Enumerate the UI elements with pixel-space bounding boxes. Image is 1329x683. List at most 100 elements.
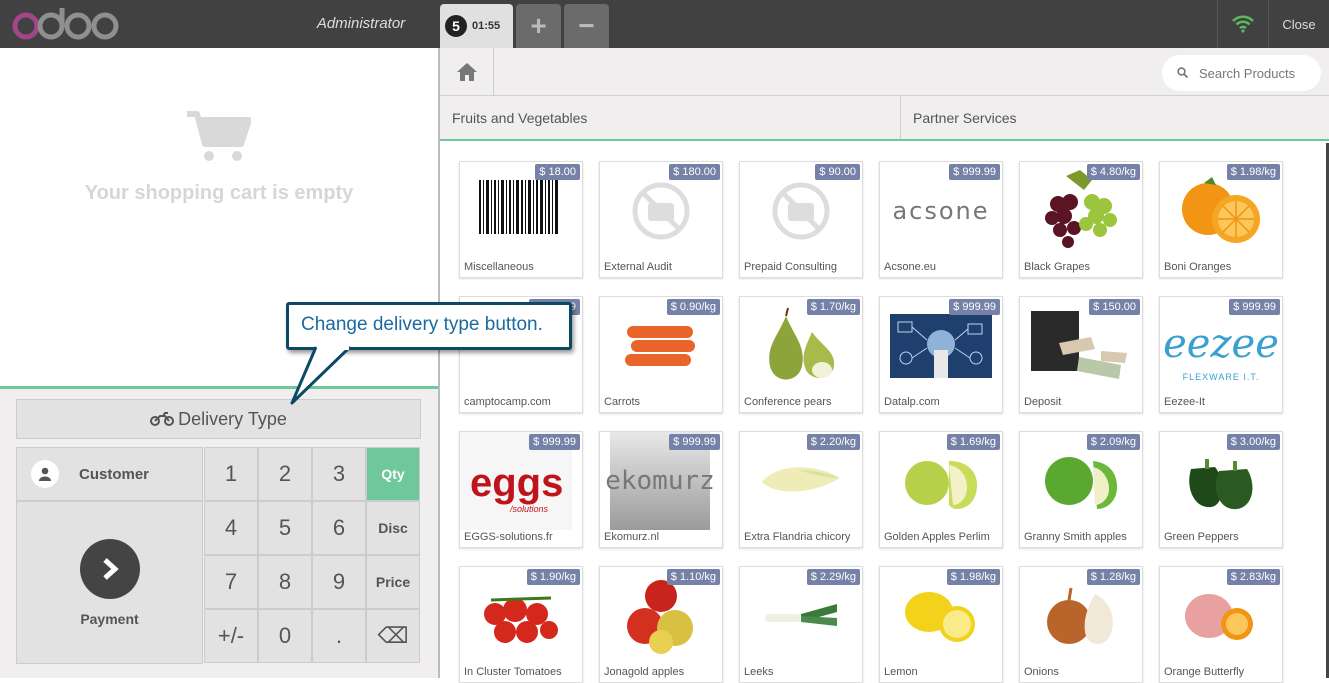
order-time: 01:55 bbox=[472, 20, 501, 32]
numpad-key-8[interactable]: 8 bbox=[258, 555, 312, 609]
price-badge: $ 0.90/kg bbox=[666, 299, 720, 315]
product-card[interactable]: $ 150.00 Deposit bbox=[1019, 296, 1143, 413]
search-icon bbox=[1177, 66, 1189, 81]
numpad-key-2[interactable]: 2 bbox=[258, 447, 312, 501]
order-tab[interactable]: 5 01:55 bbox=[440, 4, 513, 48]
price-badge: $ 1.10/kg bbox=[666, 569, 720, 585]
product-card[interactable]: $ 1.90/kg In Cluster Tomatoes bbox=[459, 566, 583, 683]
product-name: Extra Flandria chicory bbox=[744, 531, 851, 543]
product-card[interactable]: $ 0.90/kg Carrots bbox=[599, 296, 723, 413]
price-badge: $ 2.09/kg bbox=[1086, 434, 1140, 450]
product-card[interactable]: $ 2.83/kg Orange Butterfly bbox=[1159, 566, 1283, 683]
price-badge: $ 18.00 bbox=[535, 164, 580, 180]
product-card[interactable]: $ 999.99 eezee FLEXWARE I.T. Eezee-It bbox=[1159, 296, 1283, 413]
product-name: Prepaid Consulting bbox=[744, 261, 837, 273]
price-badge: $ 999.99 bbox=[669, 434, 720, 450]
price-badge: $ 2.29/kg bbox=[806, 569, 860, 585]
product-card[interactable]: $ 18.00 Miscellaneous bbox=[459, 161, 583, 278]
decimal-button[interactable]: . bbox=[312, 609, 366, 663]
product-card[interactable]: $ 180.00 External Audit bbox=[599, 161, 723, 278]
product-card[interactable]: $ 4.80/kg Black Grapes bbox=[1019, 161, 1143, 278]
empty-cart-message: Your shopping cart is empty bbox=[84, 182, 354, 204]
product-card[interactable]: $ 2.09/kg Granny Smith apples bbox=[1019, 431, 1143, 548]
topbar: Administrator 5 01:55 + − Close bbox=[0, 0, 1329, 48]
disc-mode-button[interactable]: Disc bbox=[366, 501, 420, 555]
product-screen: Search Products Fruits and Vegetables Pa… bbox=[438, 48, 1329, 683]
close-button[interactable]: Close bbox=[1268, 0, 1329, 48]
product-card[interactable]: $ 999.99 ekomurz Ekomurz.nl bbox=[599, 431, 723, 548]
product-name: Ekomurz.nl bbox=[604, 531, 660, 543]
backspace-icon[interactable]: ⌫ bbox=[366, 609, 420, 663]
price-badge: $ 4.80/kg bbox=[1086, 164, 1140, 180]
product-name: Lemon bbox=[884, 666, 918, 678]
customer-button[interactable]: Customer bbox=[16, 447, 203, 501]
numpad-key-7[interactable]: 7 bbox=[204, 555, 258, 609]
product-name: camptocamp.com bbox=[464, 396, 551, 408]
motorcycle-icon bbox=[150, 412, 175, 426]
product-card[interactable]: $ 1.28/kg Onions bbox=[1019, 566, 1143, 683]
product-card[interactable]: $ 999.99 eggs /solutions EGGS-solutions.… bbox=[459, 431, 583, 548]
category-fruits-vegetables[interactable]: Fruits and Vegetables bbox=[440, 96, 901, 139]
numpad-key-9[interactable]: 9 bbox=[312, 555, 366, 609]
product-name: Boni Oranges bbox=[1164, 261, 1232, 273]
product-name: Conference pears bbox=[744, 396, 832, 408]
price-badge: $ 999.99 bbox=[949, 164, 1000, 180]
home-icon bbox=[456, 63, 477, 81]
chevron-right-icon bbox=[79, 538, 140, 599]
qty-mode-button[interactable]: Qty bbox=[366, 447, 420, 501]
product-name: EGGS-solutions.fr bbox=[464, 531, 553, 543]
price-badge: $ 180.00 bbox=[669, 164, 720, 180]
callout-pointer bbox=[290, 345, 352, 405]
order-panel: Your shopping cart is empty Delivery Typ… bbox=[0, 48, 438, 678]
search-input[interactable]: Search Products bbox=[1162, 55, 1321, 91]
price-badge: $ 1.98/kg bbox=[1226, 164, 1280, 180]
price-badge: $ 1.90/kg bbox=[526, 569, 580, 585]
price-badge: $ 3.00/kg bbox=[1226, 434, 1280, 450]
numpad-key-5[interactable]: 5 bbox=[258, 501, 312, 555]
customer-label: Customer bbox=[79, 465, 150, 483]
numpad-key-0[interactable]: 0 bbox=[258, 609, 312, 663]
numpad-key-4[interactable]: 4 bbox=[204, 501, 258, 555]
product-card[interactable]: $ 1.98/kg Boni Oranges bbox=[1159, 161, 1283, 278]
product-card[interactable]: $ 1.98/kg Lemon bbox=[879, 566, 1003, 683]
delete-order-button[interactable]: − bbox=[564, 4, 609, 48]
product-name: Eezee-It bbox=[1164, 396, 1205, 408]
product-name: Carrots bbox=[604, 396, 641, 408]
price-badge: $ 999.99 bbox=[529, 434, 580, 450]
product-card[interactable]: $ 1.10/kg Jonagold apples bbox=[599, 566, 723, 683]
search-placeholder: Search Products bbox=[1199, 65, 1296, 81]
order-number: 5 bbox=[445, 15, 467, 37]
home-category-button[interactable] bbox=[440, 48, 494, 96]
category-partner-services[interactable]: Partner Services bbox=[901, 96, 1329, 139]
username: Administrator bbox=[316, 15, 406, 32]
product-toolbar: Search Products bbox=[440, 48, 1329, 96]
price-badge: $ 1.28/kg bbox=[1086, 569, 1140, 585]
product-card[interactable]: $ 1.69/kg Golden Apples Perlim bbox=[879, 431, 1003, 548]
price-badge: $ 2.20/kg bbox=[806, 434, 860, 450]
new-order-button[interactable]: + bbox=[516, 4, 561, 48]
product-card[interactable]: $ 2.20/kg Extra Flandria chicory bbox=[739, 431, 863, 548]
product-name: Golden Apples Perlim bbox=[884, 531, 990, 543]
wifi-icon[interactable] bbox=[1217, 0, 1267, 48]
numpad-key-6[interactable]: 6 bbox=[312, 501, 366, 555]
product-name: In Cluster Tomatoes bbox=[464, 666, 562, 678]
category-bar: Fruits and Vegetables Partner Services bbox=[440, 96, 1329, 141]
product-card[interactable]: $ 999.99 acsone Acsone.eu bbox=[879, 161, 1003, 278]
payment-button[interactable]: Payment bbox=[16, 501, 203, 664]
product-card[interactable]: $ 2.29/kg Leeks bbox=[739, 566, 863, 683]
product-card[interactable]: $ 1.70/kg Conference pears bbox=[739, 296, 863, 413]
product-name: Deposit bbox=[1024, 396, 1062, 408]
numpad-key-1[interactable]: 1 bbox=[204, 447, 258, 501]
price-mode-button[interactable]: Price bbox=[366, 555, 420, 609]
numpad-key-3[interactable]: 3 bbox=[312, 447, 366, 501]
plus-minus-button[interactable]: +/- bbox=[204, 609, 258, 663]
user-icon bbox=[31, 460, 59, 488]
price-badge: $ 90.00 bbox=[815, 164, 860, 180]
price-badge: $ 2.83/kg bbox=[1226, 569, 1280, 585]
odoo-logo bbox=[12, 8, 119, 40]
product-card[interactable]: $ 3.00/kg Green Peppers bbox=[1159, 431, 1283, 548]
price-badge: $ 999.99 bbox=[949, 299, 1000, 315]
product-card[interactable]: $ 999.99 Datalp.com bbox=[879, 296, 1003, 413]
product-name: Granny Smith apples bbox=[1024, 531, 1127, 543]
product-card[interactable]: $ 90.00 Prepaid Consulting bbox=[739, 161, 863, 278]
